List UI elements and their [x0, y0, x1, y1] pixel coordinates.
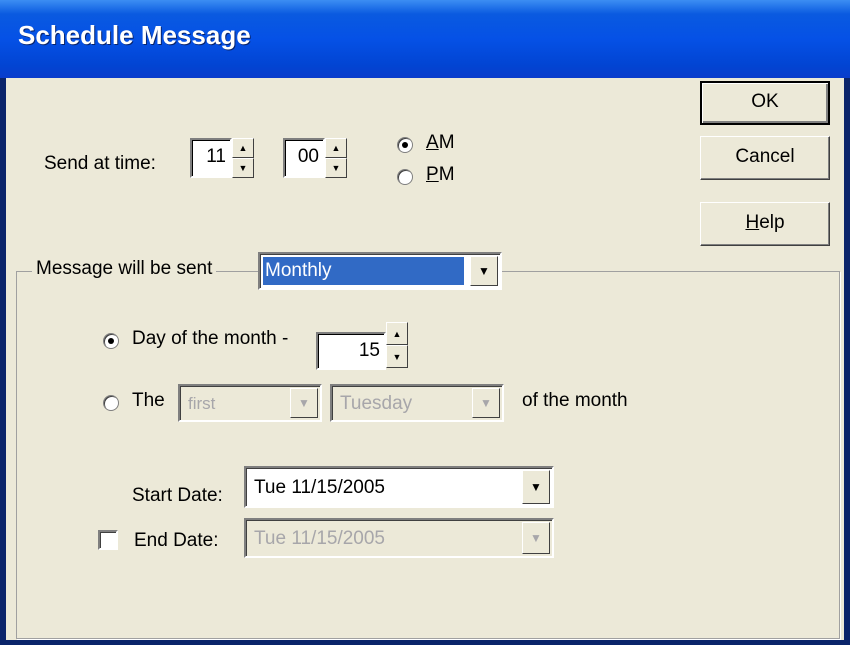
spin-up-icon[interactable]: ▲ [325, 138, 347, 158]
frequency-selection: Monthly [263, 257, 464, 285]
frequency-value: Monthly [265, 260, 332, 281]
weekday-radio[interactable] [103, 395, 119, 411]
schedule-message-dialog: Schedule Message Send at time: 11 ▲ ▼ 00… [0, 0, 850, 645]
dialog-body: Send at time: 11 ▲ ▼ 00 ▲ ▼ AM PM OK Can… [6, 78, 844, 640]
ok-button[interactable]: OK [700, 81, 830, 125]
weekday-value: Tuesday [340, 393, 413, 414]
ordinal-value: first [188, 394, 216, 413]
chevron-down-icon[interactable]: ▼ [470, 256, 498, 286]
title-bar[interactable]: Schedule Message [0, 0, 850, 78]
send-at-time-label: Send at time: [44, 153, 156, 174]
am-radio[interactable] [397, 137, 413, 153]
day-of-month-radio[interactable] [103, 333, 119, 349]
the-label[interactable]: The [132, 390, 165, 412]
minute-spinner: ▲ ▼ [325, 138, 347, 178]
start-date-value: Tue 11/15/2005 [254, 477, 385, 498]
spin-up-icon[interactable]: ▲ [232, 138, 254, 158]
chevron-down-icon[interactable]: ▼ [522, 522, 550, 554]
day-of-month-input[interactable]: 15 [316, 332, 386, 370]
minute-input[interactable]: 00 [283, 138, 325, 178]
start-date-label: Start Date: [132, 485, 223, 506]
day-of-month-label[interactable]: Day of the month - [132, 328, 288, 350]
end-date-checkbox[interactable] [98, 530, 118, 550]
end-date-picker[interactable]: Tue 11/15/2005 ▼ [244, 518, 554, 558]
help-button[interactable]: Help [700, 202, 830, 246]
ordinal-dropdown[interactable]: first ▼ [178, 384, 322, 422]
weekday-dropdown[interactable]: Tuesday ▼ [330, 384, 504, 422]
day-spinner: ▲ ▼ [386, 322, 408, 368]
spin-down-icon[interactable]: ▼ [232, 158, 254, 178]
of-the-month-label: of the month [522, 390, 628, 411]
schedule-groupbox [16, 271, 840, 639]
am-label[interactable]: AM [426, 132, 455, 154]
spin-up-icon[interactable]: ▲ [386, 322, 408, 345]
spin-down-icon[interactable]: ▼ [386, 345, 408, 368]
chevron-down-icon[interactable]: ▼ [522, 470, 550, 504]
cancel-button[interactable]: Cancel [700, 136, 830, 180]
group-label: Message will be sent [32, 258, 217, 280]
start-date-picker[interactable]: Tue 11/15/2005 ▼ [244, 466, 554, 508]
frequency-dropdown[interactable]: Monthly ▼ [258, 252, 502, 290]
hour-input[interactable]: 11 [190, 138, 232, 178]
chevron-down-icon[interactable]: ▼ [472, 388, 500, 418]
pm-label[interactable]: PM [426, 164, 455, 186]
hour-spinner: ▲ ▼ [232, 138, 254, 178]
spin-down-icon[interactable]: ▼ [325, 158, 347, 178]
pm-radio[interactable] [397, 169, 413, 185]
end-date-label[interactable]: End Date: [134, 530, 219, 552]
dialog-title: Schedule Message [18, 20, 251, 50]
end-date-value: Tue 11/15/2005 [254, 528, 385, 549]
chevron-down-icon[interactable]: ▼ [290, 388, 318, 418]
